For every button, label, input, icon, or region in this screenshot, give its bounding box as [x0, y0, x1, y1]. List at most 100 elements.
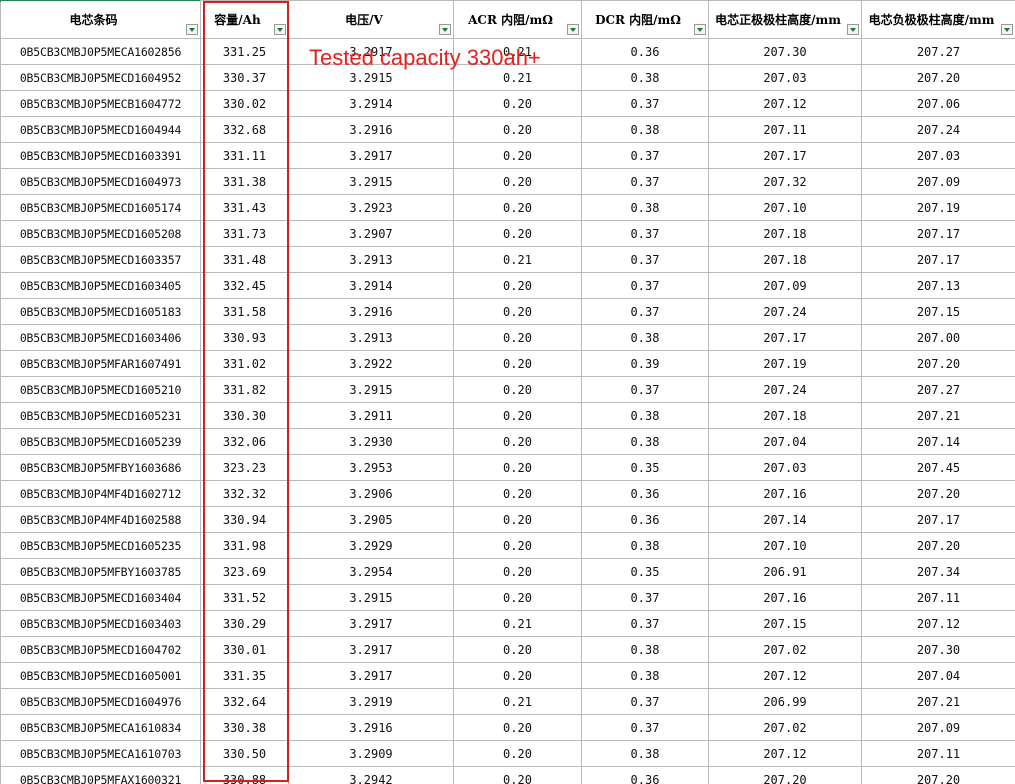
cell-acr[interactable]: 0.20: [453, 714, 582, 741]
cell-positive-height[interactable]: 207.17: [708, 324, 862, 351]
cell-dcr[interactable]: 0.37: [581, 714, 709, 741]
cell-dcr[interactable]: 0.38: [581, 64, 709, 91]
cell-capacity[interactable]: 332.64: [200, 688, 289, 715]
cell-positive-height[interactable]: 207.03: [708, 454, 862, 481]
cell-barcode[interactable]: 0B5CB3CMBJ0P5MECD1605239: [0, 428, 201, 455]
cell-barcode[interactable]: 0B5CB3CMBJ0P5MECD1603391: [0, 142, 201, 169]
cell-dcr[interactable]: 0.37: [581, 298, 709, 325]
cell-acr[interactable]: 0.20: [453, 376, 582, 403]
cell-positive-height[interactable]: 207.16: [708, 584, 862, 611]
cell-negative-height[interactable]: 207.00: [861, 324, 1015, 351]
cell-negative-height[interactable]: 207.19: [861, 194, 1015, 221]
cell-acr[interactable]: 0.20: [453, 584, 582, 611]
cell-voltage[interactable]: 3.2915: [288, 168, 454, 195]
cell-acr[interactable]: 0.20: [453, 298, 582, 325]
cell-capacity[interactable]: 330.94: [200, 506, 289, 533]
header-cell-dcr[interactable]: DCR 内阻/mΩ: [581, 0, 709, 39]
cell-positive-height[interactable]: 207.12: [708, 740, 862, 767]
cell-voltage[interactable]: 3.2913: [288, 324, 454, 351]
cell-barcode[interactable]: 0B5CB3CMBJ0P5MECA1602856: [0, 38, 201, 65]
cell-acr[interactable]: 0.20: [453, 168, 582, 195]
cell-positive-height[interactable]: 207.15: [708, 610, 862, 637]
cell-negative-height[interactable]: 207.20: [861, 532, 1015, 559]
cell-capacity[interactable]: 330.30: [200, 402, 289, 429]
cell-positive-height[interactable]: 207.11: [708, 116, 862, 143]
cell-capacity[interactable]: 331.02: [200, 350, 289, 377]
cell-voltage[interactable]: 3.2942: [288, 766, 454, 784]
cell-negative-height[interactable]: 207.13: [861, 272, 1015, 299]
cell-capacity[interactable]: 331.52: [200, 584, 289, 611]
cell-voltage[interactable]: 3.2954: [288, 558, 454, 585]
cell-negative-height[interactable]: 207.24: [861, 116, 1015, 143]
cell-capacity[interactable]: 332.32: [200, 480, 289, 507]
cell-positive-height[interactable]: 207.30: [708, 38, 862, 65]
cell-voltage[interactable]: 3.2915: [288, 584, 454, 611]
cell-voltage[interactable]: 3.2930: [288, 428, 454, 455]
cell-negative-height[interactable]: 207.17: [861, 220, 1015, 247]
cell-voltage[interactable]: 3.2917: [288, 662, 454, 689]
cell-barcode[interactable]: 0B5CB3CMBJ0P5MECB1604772: [0, 90, 201, 117]
cell-positive-height[interactable]: 207.18: [708, 402, 862, 429]
filter-dropdown-icon[interactable]: [847, 24, 859, 35]
cell-acr[interactable]: 0.20: [453, 532, 582, 559]
cell-capacity[interactable]: 331.98: [200, 532, 289, 559]
cell-positive-height[interactable]: 207.20: [708, 766, 862, 784]
cell-voltage[interactable]: 3.2914: [288, 272, 454, 299]
cell-voltage[interactable]: 3.2919: [288, 688, 454, 715]
cell-dcr[interactable]: 0.38: [581, 194, 709, 221]
cell-capacity[interactable]: 331.43: [200, 194, 289, 221]
cell-negative-height[interactable]: 207.21: [861, 402, 1015, 429]
cell-positive-height[interactable]: 207.04: [708, 428, 862, 455]
cell-acr[interactable]: 0.20: [453, 428, 582, 455]
cell-negative-height[interactable]: 207.11: [861, 584, 1015, 611]
cell-dcr[interactable]: 0.36: [581, 38, 709, 65]
cell-capacity[interactable]: 332.06: [200, 428, 289, 455]
header-cell-capacity[interactable]: 容量/Ah: [200, 0, 289, 39]
cell-dcr[interactable]: 0.39: [581, 350, 709, 377]
cell-positive-height[interactable]: 207.10: [708, 532, 862, 559]
cell-acr[interactable]: 0.20: [453, 480, 582, 507]
cell-voltage[interactable]: 3.2917: [288, 610, 454, 637]
cell-dcr[interactable]: 0.35: [581, 454, 709, 481]
cell-voltage[interactable]: 3.2953: [288, 454, 454, 481]
cell-voltage[interactable]: 3.2916: [288, 298, 454, 325]
cell-barcode[interactable]: 0B5CB3CMBJ0P4MF4D1602712: [0, 480, 201, 507]
cell-acr[interactable]: 0.20: [453, 740, 582, 767]
header-cell-voltage[interactable]: 电压/V: [288, 0, 454, 39]
cell-capacity[interactable]: 331.38: [200, 168, 289, 195]
cell-voltage[interactable]: 3.2929: [288, 532, 454, 559]
cell-dcr[interactable]: 0.36: [581, 506, 709, 533]
cell-dcr[interactable]: 0.38: [581, 662, 709, 689]
cell-dcr[interactable]: 0.38: [581, 532, 709, 559]
cell-acr[interactable]: 0.20: [453, 90, 582, 117]
cell-negative-height[interactable]: 207.21: [861, 688, 1015, 715]
cell-positive-height[interactable]: 207.09: [708, 272, 862, 299]
cell-dcr[interactable]: 0.35: [581, 558, 709, 585]
cell-negative-height[interactable]: 207.27: [861, 376, 1015, 403]
cell-barcode[interactable]: 0B5CB3CMBJ0P5MECD1605208: [0, 220, 201, 247]
cell-barcode[interactable]: 0B5CB3CMBJ0P5MFBY1603785: [0, 558, 201, 585]
cell-negative-height[interactable]: 207.09: [861, 714, 1015, 741]
cell-acr[interactable]: 0.20: [453, 766, 582, 784]
cell-acr[interactable]: 0.20: [453, 272, 582, 299]
filter-dropdown-icon[interactable]: [274, 24, 286, 35]
cell-acr[interactable]: 0.20: [453, 116, 582, 143]
cell-capacity[interactable]: 331.58: [200, 298, 289, 325]
cell-capacity[interactable]: 330.93: [200, 324, 289, 351]
cell-positive-height[interactable]: 207.12: [708, 662, 862, 689]
cell-acr[interactable]: 0.20: [453, 636, 582, 663]
cell-acr[interactable]: 0.20: [453, 506, 582, 533]
cell-acr[interactable]: 0.20: [453, 220, 582, 247]
cell-barcode[interactable]: 0B5CB3CMBJ0P5MECD1604976: [0, 688, 201, 715]
cell-acr[interactable]: 0.20: [453, 402, 582, 429]
cell-negative-height[interactable]: 207.09: [861, 168, 1015, 195]
filter-dropdown-icon[interactable]: [567, 24, 579, 35]
cell-dcr[interactable]: 0.36: [581, 480, 709, 507]
cell-barcode[interactable]: 0B5CB3CMBJ0P5MECD1605001: [0, 662, 201, 689]
cell-acr[interactable]: 0.21: [453, 610, 582, 637]
cell-positive-height[interactable]: 207.03: [708, 64, 862, 91]
cell-dcr[interactable]: 0.37: [581, 246, 709, 273]
cell-capacity[interactable]: 323.23: [200, 454, 289, 481]
cell-voltage[interactable]: 3.2914: [288, 90, 454, 117]
cell-negative-height[interactable]: 207.06: [861, 90, 1015, 117]
